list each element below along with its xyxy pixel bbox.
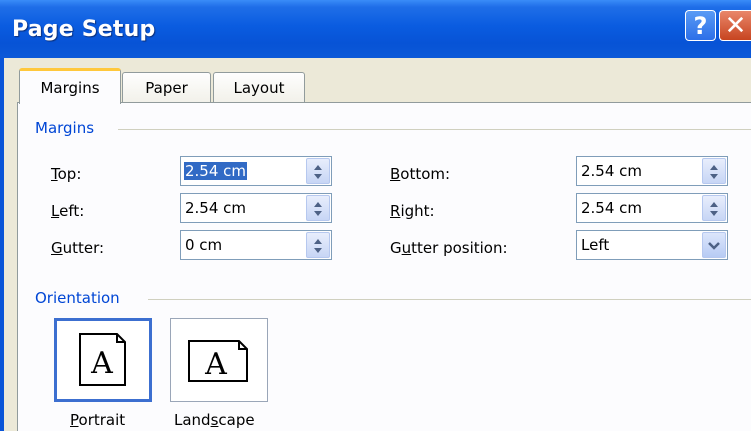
margins-group-divider: [118, 129, 751, 130]
left-margin-spinner[interactable]: 2.54 cm: [180, 193, 332, 223]
top-margin-value[interactable]: 2.54 cm: [184, 162, 248, 180]
gutter-spin-arrows[interactable]: [306, 232, 330, 258]
spin-arrows-icon: [710, 165, 718, 179]
bottom-spin-arrows[interactable]: [702, 158, 726, 184]
gutter-spinner[interactable]: 0 cm: [180, 230, 332, 260]
left-margin-value[interactable]: 2.54 cm: [185, 199, 246, 217]
bottom-margin-spinner[interactable]: 2.54 cm: [576, 156, 728, 186]
page-setup-dialog: Page Setup ? ✕ Margins Paper Layout Marg…: [0, 0, 751, 431]
tab-margins[interactable]: Margins: [19, 68, 121, 104]
landscape-label: Landscape: [174, 411, 255, 429]
spin-arrows-icon: [314, 165, 322, 179]
gutter-position-value[interactable]: Left: [581, 236, 609, 254]
gutter-position-dropdown[interactable]: Left: [576, 230, 728, 260]
spin-arrows-icon: [314, 202, 322, 216]
right-margin-value[interactable]: 2.54 cm: [581, 199, 642, 217]
tab-margins-label: Margins: [40, 78, 100, 97]
margins-tab-panel: Margins Top: 2.54 cm Bottom: 2.54 cm Lef…: [17, 102, 751, 431]
orientation-group-divider: [148, 299, 751, 300]
left-spin-arrows[interactable]: [306, 195, 330, 221]
gutter-label: Gutter:: [51, 239, 105, 257]
left-label: Left:: [51, 202, 85, 220]
spin-arrows-icon: [314, 239, 322, 253]
gutter-position-dropdown-button[interactable]: [702, 232, 726, 258]
title-bar[interactable]: Page Setup ? ✕: [0, 0, 751, 58]
spin-arrows-icon: [710, 202, 718, 216]
right-label: Right:: [390, 202, 435, 220]
top-spin-arrows[interactable]: [306, 158, 330, 184]
close-icon: ✕: [724, 10, 747, 41]
landscape-page-icon: A: [188, 340, 248, 382]
top-label: Top:: [51, 165, 82, 183]
gutter-value[interactable]: 0 cm: [185, 236, 222, 254]
dialog-title: Page Setup: [12, 17, 156, 42]
right-spin-arrows[interactable]: [702, 195, 726, 221]
svg-text:A: A: [90, 346, 113, 381]
dialog-content: Margins Paper Layout Margins Top: 2.54 c…: [4, 58, 751, 431]
right-margin-spinner[interactable]: 2.54 cm: [576, 193, 728, 223]
portrait-label: Portrait: [70, 411, 126, 429]
bottom-margin-value[interactable]: 2.54 cm: [581, 162, 642, 180]
landscape-button[interactable]: A: [170, 318, 268, 402]
margins-group-label: Margins: [35, 119, 103, 137]
svg-text:A: A: [204, 347, 227, 382]
help-button[interactable]: ?: [685, 10, 716, 41]
gutter-position-label: Gutter position:: [390, 239, 508, 257]
close-button[interactable]: ✕: [719, 10, 751, 41]
top-margin-spinner[interactable]: 2.54 cm: [180, 156, 332, 186]
orientation-group-label: Orientation: [35, 289, 128, 307]
bottom-label: Bottom:: [390, 165, 451, 183]
portrait-page-icon: A: [79, 333, 126, 386]
tab-layout[interactable]: Layout: [213, 72, 305, 102]
tab-layout-label: Layout: [233, 78, 285, 97]
chevron-down-icon: [708, 242, 720, 250]
portrait-button[interactable]: A: [54, 318, 152, 402]
tab-paper-label: Paper: [145, 78, 188, 97]
tab-paper[interactable]: Paper: [122, 72, 211, 102]
help-icon: ?: [693, 11, 708, 40]
